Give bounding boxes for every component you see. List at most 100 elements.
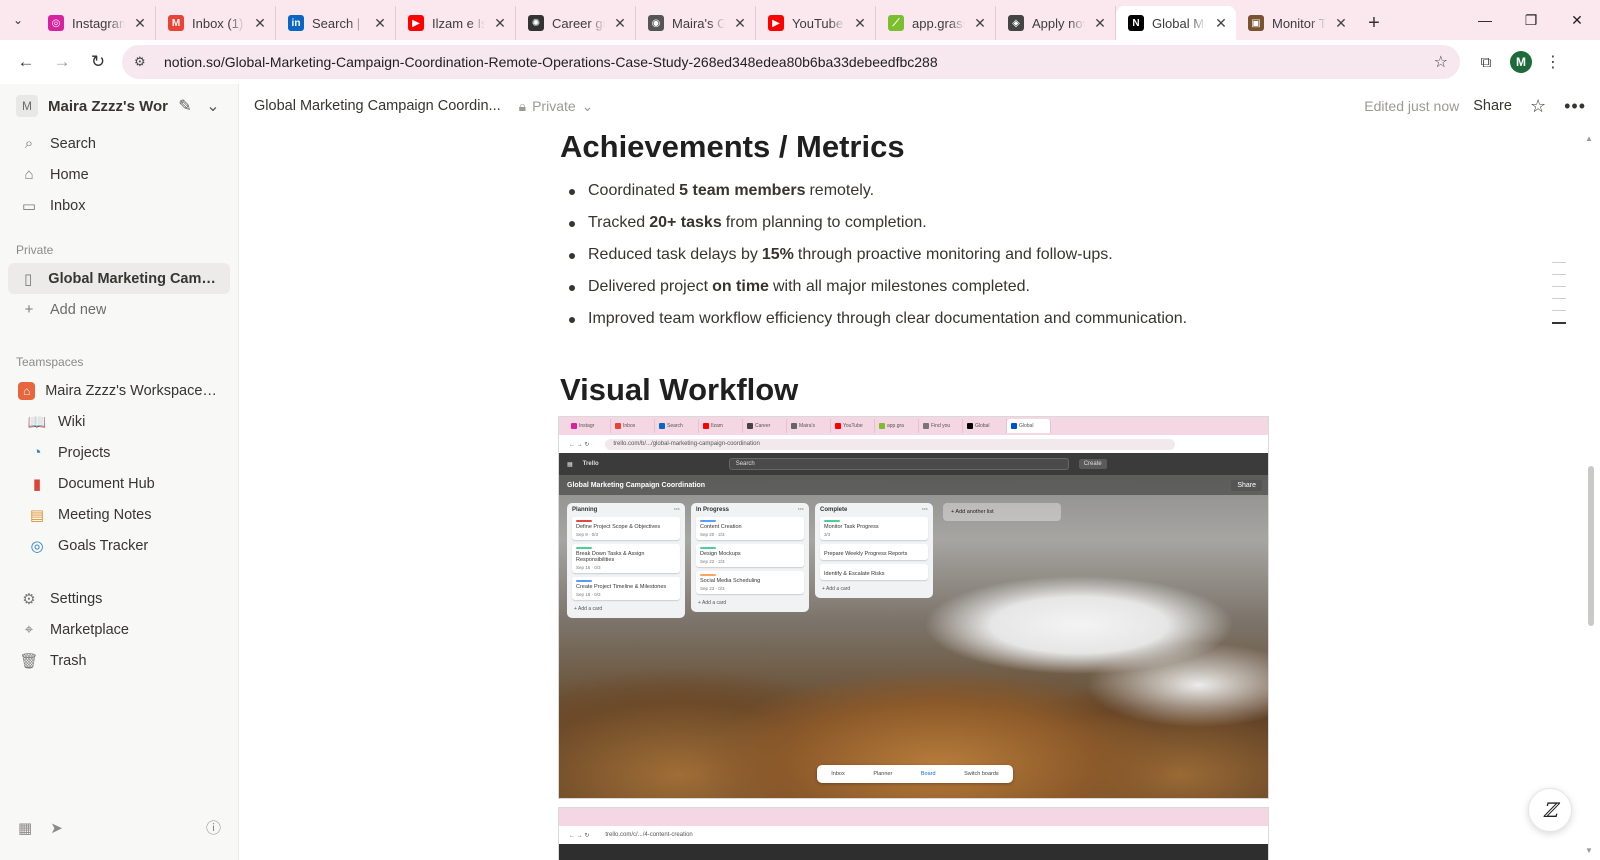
second-screenshot-image[interactable]: ← → ↻ trello.com/c/.../4-content-creatio…: [558, 807, 1269, 860]
tab-favicon-icon: ▶: [408, 15, 424, 31]
sidebar-item-teamspace[interactable]: ⌂ Maira Zzzz's Workspace HQ: [0, 375, 230, 406]
tab-title: Apply now: [1032, 15, 1085, 31]
outline-mark[interactable]: [1552, 262, 1566, 263]
page-outline[interactable]: [1552, 262, 1568, 335]
tab-favicon-icon: ✺: [528, 15, 544, 31]
outline-mark[interactable]: [1552, 274, 1566, 275]
browser-tab[interactable]: in Search | LinkedIn ✕: [276, 6, 396, 40]
visual-workflow-heading[interactable]: Visual Workflow: [560, 371, 1280, 408]
browser-tab[interactable]: N Global Marketing ✕: [1116, 6, 1236, 40]
browser-tab[interactable]: ▶ Ilzam e Ishq ✕: [396, 6, 516, 40]
metric-item[interactable]: Coordinated 5 team members remotely.: [560, 175, 1280, 207]
scrollbar-thumb[interactable]: [1588, 466, 1594, 626]
achievements-heading[interactable]: Achievements / Metrics: [560, 128, 1280, 165]
more-options-icon[interactable]: •••: [1564, 96, 1586, 117]
sidebar-item-projects[interactable]: ◔ Projects: [0, 437, 230, 468]
help-icon[interactable]: ⓘ: [206, 817, 221, 838]
sidebar-item-document-hub[interactable]: ▮ Document Hub: [0, 468, 230, 499]
private-section-heading[interactable]: Private: [0, 231, 238, 263]
breadcrumb[interactable]: Global Marketing Campaign Coordin...: [254, 98, 501, 114]
forward-button[interactable]: →: [44, 44, 80, 80]
site-info-icon[interactable]: ⚙: [134, 54, 154, 70]
sidebar-add-new[interactable]: + Add new: [0, 294, 230, 325]
browser-tab[interactable]: ◉ Maira's Github ✕: [636, 6, 756, 40]
workflow-screenshot-image[interactable]: Instagr Inbox Search Ilzam Career Maira'…: [558, 416, 1269, 799]
new-tab-button[interactable]: +: [1356, 6, 1392, 40]
sidebar-item-wiki[interactable]: 📖 Wiki: [0, 406, 230, 437]
notion-ai-button[interactable]: ℤ: [1528, 788, 1572, 832]
templates-icon[interactable]: ▦: [18, 819, 32, 837]
embedded-trello-header: ▦ Trello Search Create: [559, 453, 1268, 475]
tab-close-icon[interactable]: ✕: [613, 15, 627, 32]
restore-icon[interactable]: ❐: [1508, 0, 1554, 40]
tab-close-icon[interactable]: ✕: [133, 15, 147, 32]
embedded-card-title: Social Media Scheduling: [700, 578, 761, 584]
browser-tab[interactable]: ▶ YouTube ✕: [756, 6, 876, 40]
sidebar-item-search[interactable]: ⌕ Search: [0, 128, 230, 159]
teamspaces-section-heading[interactable]: Teamspaces: [0, 343, 238, 375]
sidebar-item-label: Maira Zzzz's Workspace HQ: [45, 382, 220, 399]
metric-item[interactable]: Tracked 20+ tasks from planning to complet…: [560, 207, 1280, 239]
tab-close-icon[interactable]: ✕: [1334, 15, 1348, 32]
outline-mark[interactable]: [1552, 310, 1566, 311]
sidebar-item-home[interactable]: ⌂ Home: [0, 159, 230, 190]
sidebar-item-inbox[interactable]: ▭ Inbox: [0, 190, 230, 221]
tab-favicon-icon: N: [1128, 15, 1144, 31]
sidebar-item-goals-tracker[interactable]: ◎ Goals Tracker: [0, 530, 230, 561]
tab-close-icon[interactable]: ✕: [253, 15, 267, 32]
new-page-icon[interactable]: ✎: [174, 96, 196, 116]
privacy-badge[interactable]: 🔒︎ Private ⌄: [519, 98, 594, 115]
tab-title: Monitor Task: [1272, 15, 1326, 31]
metric-item[interactable]: Delivered project on time with all major m…: [560, 271, 1280, 303]
sidebar-footer: ▦ ➤ ⓘ: [0, 817, 239, 838]
address-bar[interactable]: ⚙ notion.so/Global-Marketing-Campaign-Co…: [122, 45, 1460, 79]
embedded-bottom-nav-item: Switch boards: [964, 771, 999, 777]
workspace-name[interactable]: Maira Zzzz's Wor...: [48, 98, 168, 115]
embedded-card: Create Project Timeline & Milestones Sep …: [572, 577, 680, 600]
metric-item[interactable]: Improved team workflow efficiency throug…: [560, 303, 1280, 335]
scroll-down-arrow-icon[interactable]: ▼: [1585, 846, 1593, 855]
workspace-switcher[interactable]: M Maira Zzzz's Wor... ✎ ⌄: [0, 84, 238, 128]
embedded-create: Create: [1078, 459, 1107, 469]
back-button[interactable]: ←: [8, 44, 44, 80]
browser-tab[interactable]: M Inbox (1) ✕: [156, 6, 276, 40]
browser-tab[interactable]: ▣ Monitor Task ✕: [1236, 6, 1356, 40]
minimize-icon[interactable]: —: [1462, 0, 1508, 40]
metric-item[interactable]: Reduced task delays by 15% through proacti…: [560, 239, 1280, 271]
sidebar-item-global-marketing[interactable]: ▯ Global Marketing Campai...: [8, 263, 230, 294]
browser-tab[interactable]: ◎ Instagram ✕: [36, 6, 156, 40]
outline-mark[interactable]: [1552, 286, 1566, 287]
browser-tab[interactable]: ⟋ app.grass ✕: [876, 6, 996, 40]
tab-close-icon[interactable]: ✕: [1214, 15, 1228, 32]
reload-button[interactable]: ↻: [80, 44, 116, 80]
outline-mark-current[interactable]: [1552, 322, 1566, 324]
tab-close-icon[interactable]: ✕: [973, 15, 987, 32]
favorite-star-icon[interactable]: ☆: [1530, 96, 1546, 117]
browser-tab[interactable]: ✺ Career guide ✕: [516, 6, 636, 40]
browser-menu-icon[interactable]: ⋮: [1544, 52, 1562, 72]
tab-close-icon[interactable]: ✕: [733, 15, 747, 32]
bookmark-star-icon[interactable]: ☆: [1434, 52, 1448, 72]
browser-tab[interactable]: ◈ Apply now ✕: [996, 6, 1116, 40]
tab-search-chevron-icon[interactable]: ⌄: [0, 0, 36, 40]
tab-close-icon[interactable]: ✕: [493, 15, 507, 32]
sidebar-item-marketplace[interactable]: ⌖ Marketplace: [0, 614, 230, 645]
sidebar-item-meeting-notes[interactable]: ▤ Meeting Notes: [0, 499, 230, 530]
chevron-down-icon[interactable]: ⌄: [202, 96, 224, 116]
sidebar-item-trash[interactable]: 🗑 Trash: [0, 645, 230, 676]
extensions-icon[interactable]: ⧉: [1474, 50, 1498, 74]
tab-title: Inbox (1): [192, 15, 244, 31]
close-window-icon[interactable]: ✕: [1554, 0, 1600, 40]
tab-close-icon[interactable]: ✕: [853, 15, 867, 32]
embedded-tab: Ilzam: [699, 419, 743, 433]
sidebar-item-settings[interactable]: ⚙ Settings: [0, 583, 230, 614]
metric-text: Delivered project: [588, 278, 709, 296]
profile-avatar[interactable]: M: [1510, 51, 1532, 73]
url-text[interactable]: notion.so/Global-Marketing-Campaign-Coor…: [164, 54, 1434, 70]
send-icon[interactable]: ➤: [50, 819, 63, 837]
outline-mark[interactable]: [1552, 298, 1566, 299]
scroll-up-arrow-icon[interactable]: ▲: [1585, 134, 1593, 143]
tab-close-icon[interactable]: ✕: [373, 15, 387, 32]
share-button[interactable]: Share: [1473, 98, 1512, 114]
tab-close-icon[interactable]: ✕: [1093, 15, 1107, 32]
